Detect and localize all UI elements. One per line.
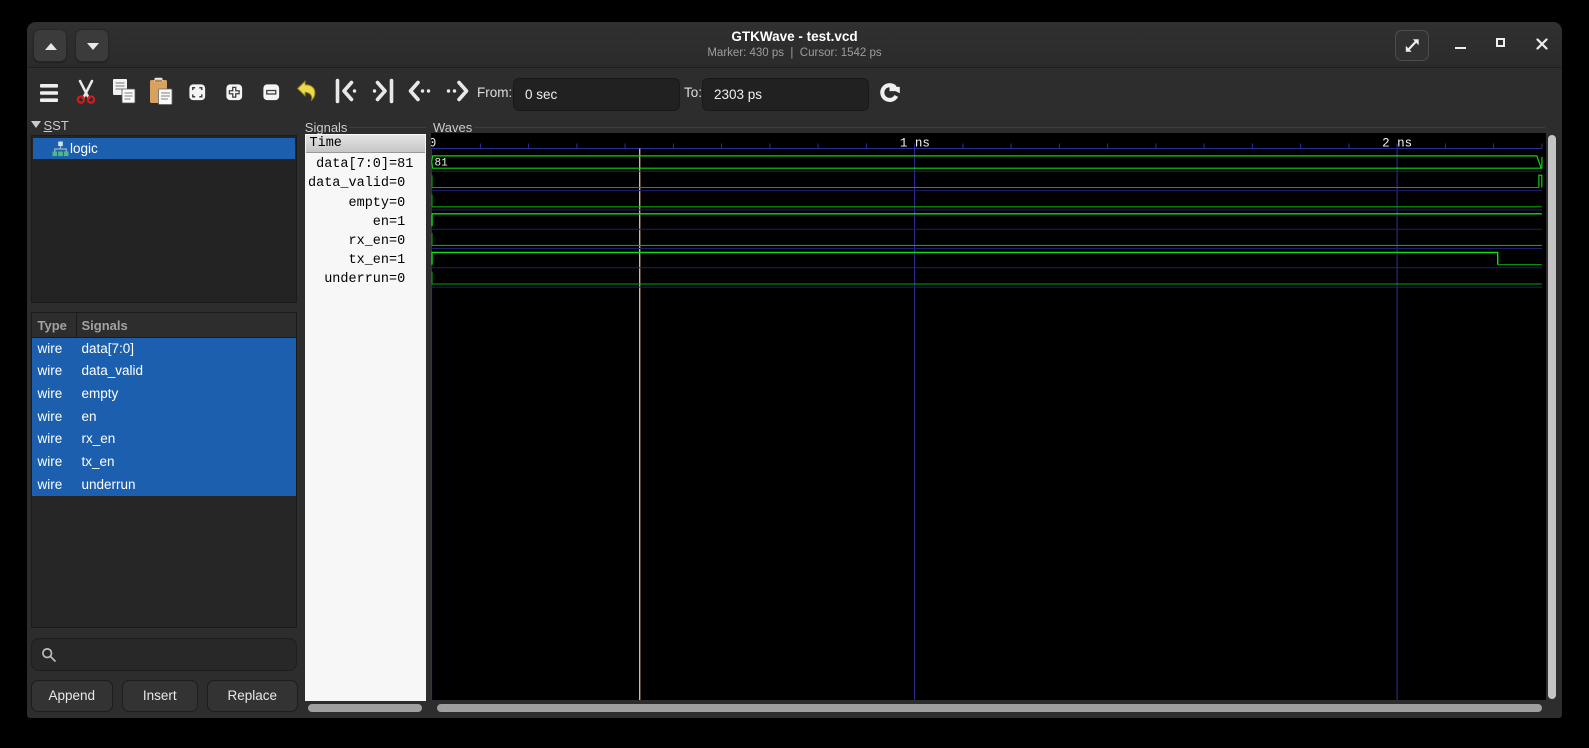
svg-text:81: 81	[434, 158, 448, 170]
